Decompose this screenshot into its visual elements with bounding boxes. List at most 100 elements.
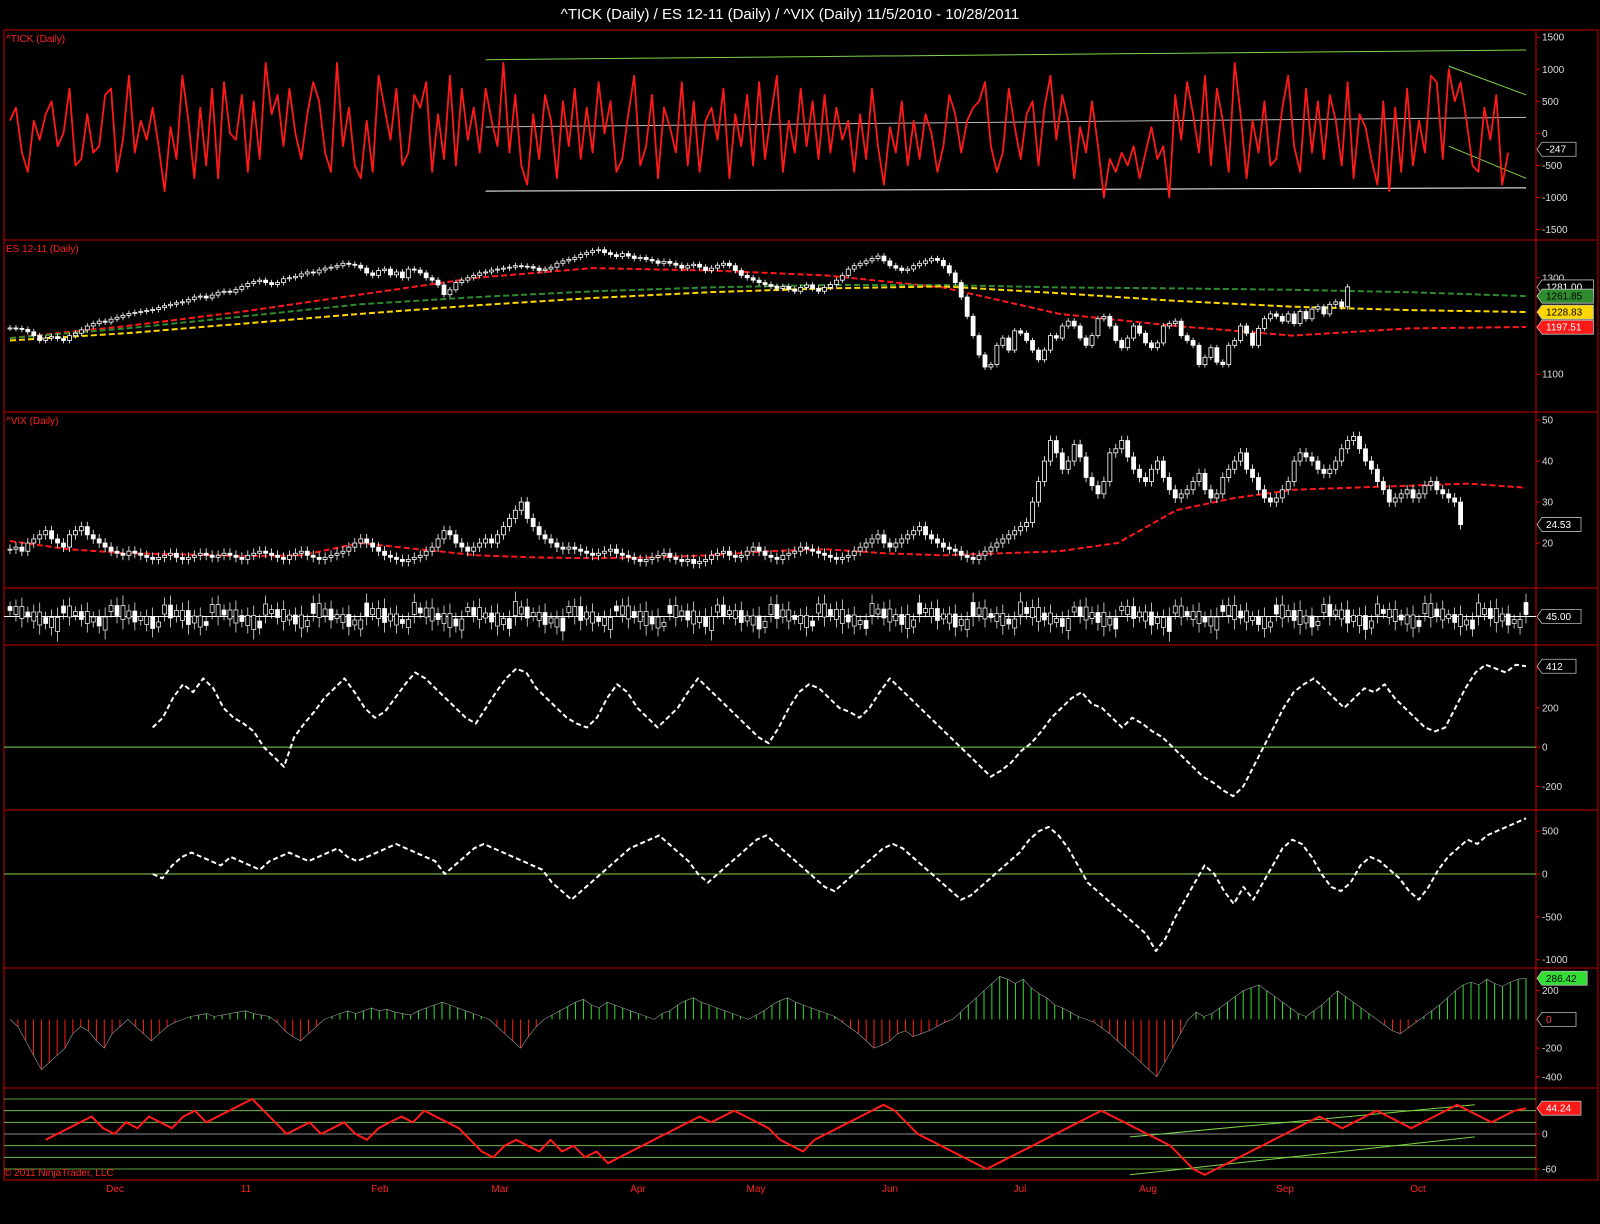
p4-body [1309, 615, 1315, 628]
candle-body [1149, 468, 1154, 482]
p4-body [744, 615, 750, 622]
candle-body [851, 265, 857, 270]
p4-body [435, 613, 441, 620]
p4-body [400, 619, 405, 624]
ytick-label-6-3: -400 [1542, 1072, 1562, 1083]
candle-body [340, 262, 346, 267]
candle-body [786, 286, 792, 290]
value-badge-6-0: 286.42 [1536, 970, 1588, 986]
p4-body [649, 616, 655, 625]
candle-body [786, 552, 792, 556]
candle-body [72, 530, 78, 536]
p4-body [756, 615, 762, 630]
candle-body [768, 554, 774, 558]
candle-body [1267, 497, 1273, 503]
p4-body [1511, 619, 1517, 624]
candle-body [1190, 481, 1196, 491]
p4-body [810, 620, 815, 627]
candle-body [25, 328, 31, 333]
p4-body [1476, 602, 1481, 617]
p4-body [251, 615, 257, 630]
p4-body [1321, 604, 1327, 613]
p4-body [55, 617, 60, 632]
candle-body [828, 554, 833, 558]
candle-body [1077, 325, 1083, 339]
candle-body [185, 299, 191, 303]
candle-body [935, 538, 940, 544]
candle-body [536, 267, 542, 271]
candle-body [1113, 325, 1119, 341]
candle-body [899, 267, 905, 271]
candle-body [602, 249, 607, 254]
p4-body [596, 617, 601, 622]
p4-body [542, 612, 548, 625]
candle-body [863, 260, 869, 264]
candle-body [679, 559, 685, 562]
p4-body [1226, 605, 1232, 616]
candle-body [1267, 313, 1273, 320]
candle-body [346, 546, 352, 552]
p4-body [1065, 618, 1071, 631]
candle-body [364, 538, 370, 544]
p4-body [7, 606, 13, 611]
candle-body [946, 546, 952, 550]
p4-body [1214, 616, 1220, 631]
candle-body [1101, 315, 1107, 320]
svg-text:24.53: 24.53 [1546, 520, 1571, 531]
p4-body [423, 607, 429, 618]
candle-body [584, 550, 590, 554]
candle-body [1309, 308, 1315, 320]
copyright-text: © 2011 NinjaTrader, LLC [4, 1168, 114, 1179]
p4-body [1113, 617, 1119, 630]
p4-body [364, 602, 370, 617]
candle-body [1273, 497, 1279, 503]
candle-body [281, 556, 286, 560]
candle-body [1208, 489, 1214, 499]
p4-body [1125, 606, 1131, 615]
candle-body [994, 344, 1000, 365]
p4-body [732, 610, 738, 619]
candle-body [887, 542, 893, 548]
p4-body [174, 610, 179, 617]
candle-body [667, 260, 673, 264]
panel-label-2: ^VIX (Daily) [6, 416, 58, 427]
candle-body [1125, 440, 1131, 458]
candle-body [762, 282, 768, 285]
ytick-label-2-2: 30 [1542, 498, 1554, 509]
ytick-label-5-0: 500 [1542, 827, 1559, 838]
candle-body [191, 554, 197, 558]
candle-body [1077, 444, 1083, 458]
p4-body [84, 611, 90, 624]
candle-body [114, 316, 120, 320]
candle-body [976, 554, 982, 560]
p4-body [13, 606, 19, 615]
p4-body [1244, 610, 1249, 623]
p4-body [530, 612, 536, 617]
candle-body [566, 546, 572, 550]
candle-body [304, 271, 310, 275]
candle-body [1059, 452, 1065, 470]
candle-body [1065, 460, 1071, 470]
candle-body [465, 546, 471, 552]
candle-body [257, 550, 263, 554]
ytick-label-7-0: 0 [1542, 1130, 1548, 1141]
p4-body [667, 605, 673, 614]
candle-body [1208, 347, 1214, 358]
candle-body [524, 265, 530, 268]
candle-body [691, 559, 697, 564]
candle-body [887, 260, 893, 267]
p4-body [715, 604, 720, 613]
candle-body [530, 518, 536, 528]
p4-body [1505, 613, 1511, 626]
candle-body [358, 264, 364, 269]
candle-body [1196, 472, 1202, 482]
candle-body [49, 530, 55, 540]
candle-body [1321, 468, 1327, 474]
p4-body [221, 609, 227, 616]
candle-body [1291, 460, 1297, 482]
candle-body [1095, 485, 1101, 495]
p4-body [394, 613, 399, 626]
candle-body [501, 526, 506, 536]
p4-body [738, 610, 744, 623]
candle-body [881, 534, 887, 544]
